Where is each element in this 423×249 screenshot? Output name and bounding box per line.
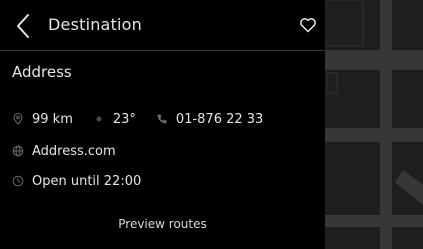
clock-icon [12, 175, 24, 187]
phone-text[interactable]: 01-876 22 33 [176, 112, 263, 127]
phone-icon [157, 114, 167, 124]
panel-header: Destination [0, 0, 325, 50]
hours-row: Open until 22:00 [12, 171, 161, 191]
globe-icon [12, 145, 24, 157]
weather-icon [96, 116, 102, 122]
page-title: Destination [48, 15, 143, 34]
destination-panel: Destination Address 99 km 23° 01-876 22 … [0, 0, 325, 249]
website-link[interactable]: Address.com [32, 144, 116, 159]
temperature-text: 23° [112, 111, 136, 127]
location-pin-icon [13, 113, 23, 125]
heart-outline-icon[interactable] [298, 15, 318, 35]
hours-text: Open until 22:00 [32, 173, 142, 189]
map-roads [325, 0, 423, 249]
header-divider [0, 50, 325, 51]
place-info-row: 99 km 23° 01-876 22 33 [12, 109, 283, 129]
place-name: Address [12, 63, 72, 81]
website-row[interactable]: Address.com [12, 141, 136, 161]
map-view[interactable] [325, 0, 423, 249]
preview-routes-button[interactable]: Preview routes [0, 212, 325, 236]
chevron-left-icon[interactable] [12, 13, 34, 39]
distance-text: 99 km [32, 111, 73, 127]
